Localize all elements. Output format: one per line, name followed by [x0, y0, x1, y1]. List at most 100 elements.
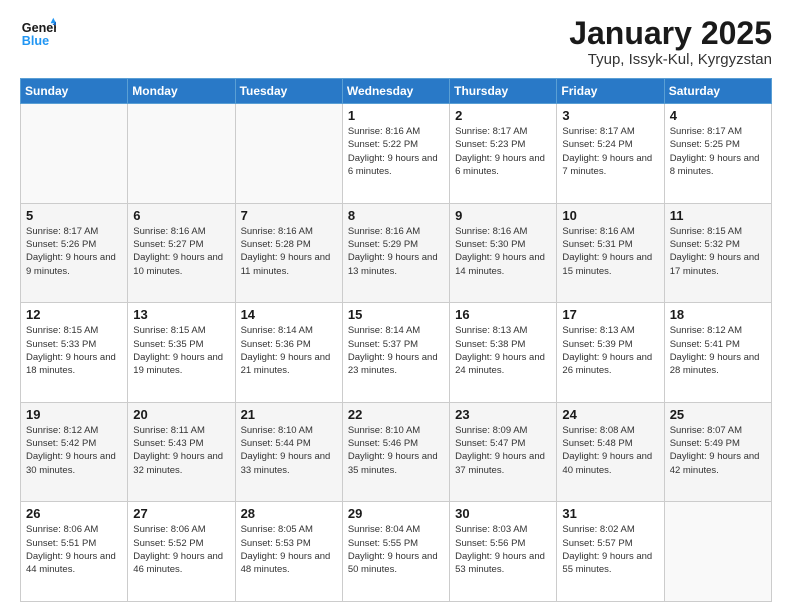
day-number: 16	[455, 307, 551, 322]
calendar-cell: 16 Sunrise: 8:13 AM Sunset: 5:38 PM Dayli…	[450, 303, 557, 403]
calendar-cell: 1 Sunrise: 8:16 AM Sunset: 5:22 PM Daylig…	[342, 104, 449, 204]
calendar-cell: 19Sunrise: 8:12 AM Sunset: 5:42 PM Dayli…	[21, 402, 128, 502]
day-info: Sunrise: 8:07 AM Sunset: 5:49 PM Dayligh…	[670, 424, 766, 477]
header-wednesday: Wednesday	[342, 79, 449, 104]
day-number: 28	[241, 506, 337, 521]
calendar-cell: 8 Sunrise: 8:16 AM Sunset: 5:29 PM Daylig…	[342, 203, 449, 303]
day-number: 31	[562, 506, 658, 521]
day-number: 27	[133, 506, 229, 521]
calendar-week-row: 5 Sunrise: 8:17 AM Sunset: 5:26 PM Daylig…	[21, 203, 772, 303]
day-number: 5	[26, 208, 122, 223]
day-number: 29	[348, 506, 444, 521]
calendar-cell: 31 Sunrise: 8:02 AM Sunset: 5:57 PM Dayli…	[557, 502, 664, 602]
day-info: Sunrise: 8:04 AM Sunset: 5:55 PM Dayligh…	[348, 523, 444, 576]
calendar-cell: 18 Sunrise: 8:12 AM Sunset: 5:41 PM Dayli…	[664, 303, 771, 403]
calendar-week-row: 1 Sunrise: 8:16 AM Sunset: 5:22 PM Daylig…	[21, 104, 772, 204]
calendar-cell: 26 Sunrise: 8:06 AM Sunset: 5:51 PM Dayli…	[21, 502, 128, 602]
day-number: 1	[348, 108, 444, 123]
day-info: Sunrise: 8:06 AM Sunset: 5:51 PM Dayligh…	[26, 523, 122, 576]
calendar-cell	[128, 104, 235, 204]
calendar-cell: 12Sunrise: 8:15 AM Sunset: 5:33 PM Dayli…	[21, 303, 128, 403]
header-tuesday: Tuesday	[235, 79, 342, 104]
day-info: Sunrise: 8:12 AM Sunset: 5:41 PM Dayligh…	[670, 324, 766, 377]
header-saturday: Saturday	[664, 79, 771, 104]
calendar-cell: 14Sunrise: 8:14 AM Sunset: 5:36 PM Dayli…	[235, 303, 342, 403]
header-friday: Friday	[557, 79, 664, 104]
logo: General Blue	[20, 16, 56, 52]
day-number: 25	[670, 407, 766, 422]
day-info: Sunrise: 8:15 AM Sunset: 5:35 PM Dayligh…	[133, 324, 229, 377]
day-number: 7	[241, 208, 337, 223]
calendar-cell: 5 Sunrise: 8:17 AM Sunset: 5:26 PM Daylig…	[21, 203, 128, 303]
calendar-week-row: 19Sunrise: 8:12 AM Sunset: 5:42 PM Dayli…	[21, 402, 772, 502]
day-number: 30	[455, 506, 551, 521]
calendar-cell: 9 Sunrise: 8:16 AM Sunset: 5:30 PM Daylig…	[450, 203, 557, 303]
page: General Blue January 2025 Tyup, Issyk-Ku…	[0, 0, 792, 612]
day-number: 11	[670, 208, 766, 223]
day-info: Sunrise: 8:11 AM Sunset: 5:43 PM Dayligh…	[133, 424, 229, 477]
calendar-cell: 24Sunrise: 8:08 AM Sunset: 5:48 PM Dayli…	[557, 402, 664, 502]
day-info: Sunrise: 8:16 AM Sunset: 5:27 PM Dayligh…	[133, 225, 229, 278]
day-info: Sunrise: 8:06 AM Sunset: 5:52 PM Dayligh…	[133, 523, 229, 576]
day-info: Sunrise: 8:14 AM Sunset: 5:36 PM Dayligh…	[241, 324, 337, 377]
calendar-week-row: 12Sunrise: 8:15 AM Sunset: 5:33 PM Dayli…	[21, 303, 772, 403]
calendar-cell: 29 Sunrise: 8:04 AM Sunset: 5:55 PM Dayli…	[342, 502, 449, 602]
calendar-cell: 27 Sunrise: 8:06 AM Sunset: 5:52 PM Dayli…	[128, 502, 235, 602]
logo-icon: General Blue	[20, 16, 56, 52]
calendar-cell: 7 Sunrise: 8:16 AM Sunset: 5:28 PM Daylig…	[235, 203, 342, 303]
day-info: Sunrise: 8:17 AM Sunset: 5:26 PM Dayligh…	[26, 225, 122, 278]
day-number: 2	[455, 108, 551, 123]
calendar-cell: 25 Sunrise: 8:07 AM Sunset: 5:49 PM Dayli…	[664, 402, 771, 502]
day-number: 23	[455, 407, 551, 422]
day-number: 19	[26, 407, 122, 422]
calendar-cell: 22Sunrise: 8:10 AM Sunset: 5:46 PM Dayli…	[342, 402, 449, 502]
day-number: 9	[455, 208, 551, 223]
calendar: Sunday Monday Tuesday Wednesday Thursday…	[20, 78, 772, 602]
day-number: 18	[670, 307, 766, 322]
calendar-week-row: 26 Sunrise: 8:06 AM Sunset: 5:51 PM Dayli…	[21, 502, 772, 602]
day-number: 20	[133, 407, 229, 422]
day-info: Sunrise: 8:05 AM Sunset: 5:53 PM Dayligh…	[241, 523, 337, 576]
header-thursday: Thursday	[450, 79, 557, 104]
day-number: 15	[348, 307, 444, 322]
title-block: January 2025 Tyup, Issyk-Kul, Kyrgyzstan	[569, 16, 772, 68]
day-number: 8	[348, 208, 444, 223]
day-info: Sunrise: 8:16 AM Sunset: 5:31 PM Dayligh…	[562, 225, 658, 278]
day-info: Sunrise: 8:17 AM Sunset: 5:23 PM Dayligh…	[455, 125, 551, 178]
day-info: Sunrise: 8:03 AM Sunset: 5:56 PM Dayligh…	[455, 523, 551, 576]
calendar-cell: 11 Sunrise: 8:15 AM Sunset: 5:32 PM Dayli…	[664, 203, 771, 303]
calendar-cell: 15 Sunrise: 8:14 AM Sunset: 5:37 PM Dayli…	[342, 303, 449, 403]
day-info: Sunrise: 8:16 AM Sunset: 5:28 PM Dayligh…	[241, 225, 337, 278]
day-number: 26	[26, 506, 122, 521]
day-info: Sunrise: 8:09 AM Sunset: 5:47 PM Dayligh…	[455, 424, 551, 477]
calendar-cell: 4 Sunrise: 8:17 AM Sunset: 5:25 PM Daylig…	[664, 104, 771, 204]
day-info: Sunrise: 8:10 AM Sunset: 5:44 PM Dayligh…	[241, 424, 337, 477]
calendar-cell: 10Sunrise: 8:16 AM Sunset: 5:31 PM Dayli…	[557, 203, 664, 303]
day-info: Sunrise: 8:15 AM Sunset: 5:32 PM Dayligh…	[670, 225, 766, 278]
day-info: Sunrise: 8:16 AM Sunset: 5:29 PM Dayligh…	[348, 225, 444, 278]
day-number: 17	[562, 307, 658, 322]
header-sunday: Sunday	[21, 79, 128, 104]
day-info: Sunrise: 8:17 AM Sunset: 5:24 PM Dayligh…	[562, 125, 658, 178]
page-title: January 2025	[569, 16, 772, 51]
calendar-cell: 3 Sunrise: 8:17 AM Sunset: 5:24 PM Daylig…	[557, 104, 664, 204]
day-info: Sunrise: 8:13 AM Sunset: 5:39 PM Dayligh…	[562, 324, 658, 377]
day-number: 21	[241, 407, 337, 422]
day-info: Sunrise: 8:13 AM Sunset: 5:38 PM Dayligh…	[455, 324, 551, 377]
day-info: Sunrise: 8:17 AM Sunset: 5:25 PM Dayligh…	[670, 125, 766, 178]
day-number: 4	[670, 108, 766, 123]
day-info: Sunrise: 8:02 AM Sunset: 5:57 PM Dayligh…	[562, 523, 658, 576]
day-number: 12	[26, 307, 122, 322]
calendar-cell: 23 Sunrise: 8:09 AM Sunset: 5:47 PM Dayli…	[450, 402, 557, 502]
calendar-cell	[664, 502, 771, 602]
calendar-cell: 2 Sunrise: 8:17 AM Sunset: 5:23 PM Daylig…	[450, 104, 557, 204]
page-subtitle: Tyup, Issyk-Kul, Kyrgyzstan	[569, 51, 772, 68]
header: General Blue January 2025 Tyup, Issyk-Ku…	[20, 16, 772, 68]
day-info: Sunrise: 8:14 AM Sunset: 5:37 PM Dayligh…	[348, 324, 444, 377]
calendar-cell: 6Sunrise: 8:16 AM Sunset: 5:27 PM Daylig…	[128, 203, 235, 303]
day-number: 3	[562, 108, 658, 123]
day-info: Sunrise: 8:16 AM Sunset: 5:30 PM Dayligh…	[455, 225, 551, 278]
calendar-cell: 20 Sunrise: 8:11 AM Sunset: 5:43 PM Dayli…	[128, 402, 235, 502]
svg-text:Blue: Blue	[22, 34, 49, 48]
day-info: Sunrise: 8:16 AM Sunset: 5:22 PM Dayligh…	[348, 125, 444, 178]
